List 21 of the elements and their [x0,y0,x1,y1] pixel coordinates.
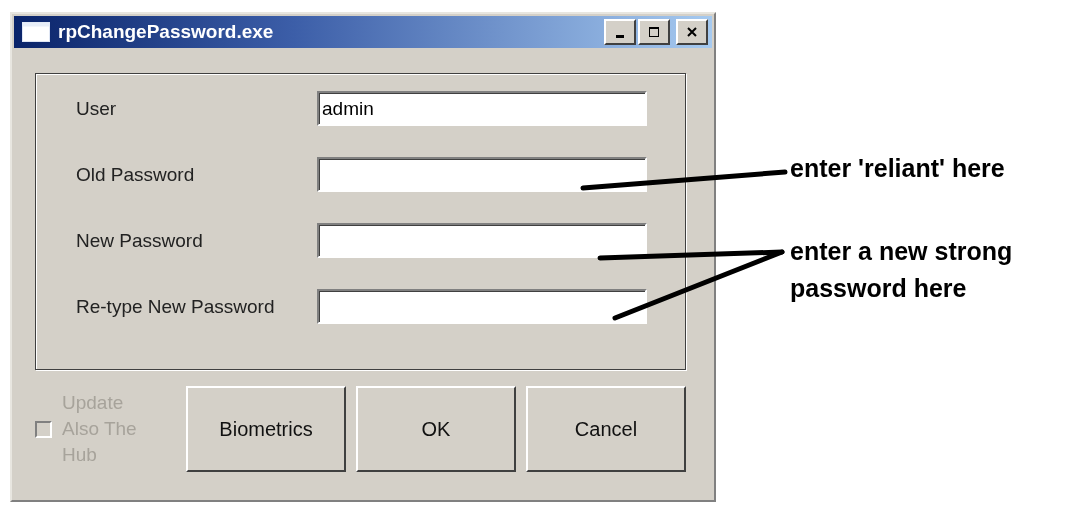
minimize-button[interactable] [604,19,636,45]
field-label: Re-type New Password [76,295,276,318]
close-button[interactable] [676,19,708,45]
minimize-icon [616,35,624,38]
input-field[interactable] [317,157,647,192]
input-field[interactable]: admin [317,91,647,126]
field-label: User [76,97,118,120]
annotation-text: enter 'reliant' here [790,153,1006,184]
input-field[interactable] [317,289,647,324]
dialog-button[interactable]: Biometrics [186,386,346,472]
window-title: rpChangePassword.exe [58,21,275,43]
maximize-icon [648,26,660,38]
input-field[interactable] [317,223,647,258]
close-icon [686,26,698,38]
field-label: Old Password [76,163,196,186]
annotation-text: enter a new strong password here [790,236,1014,304]
field-label: New Password [76,229,204,252]
dialog-button[interactable]: OK [356,386,516,472]
maximize-button[interactable] [638,19,670,45]
dialog-button[interactable]: Cancel [526,386,686,472]
window-icon [22,22,50,42]
